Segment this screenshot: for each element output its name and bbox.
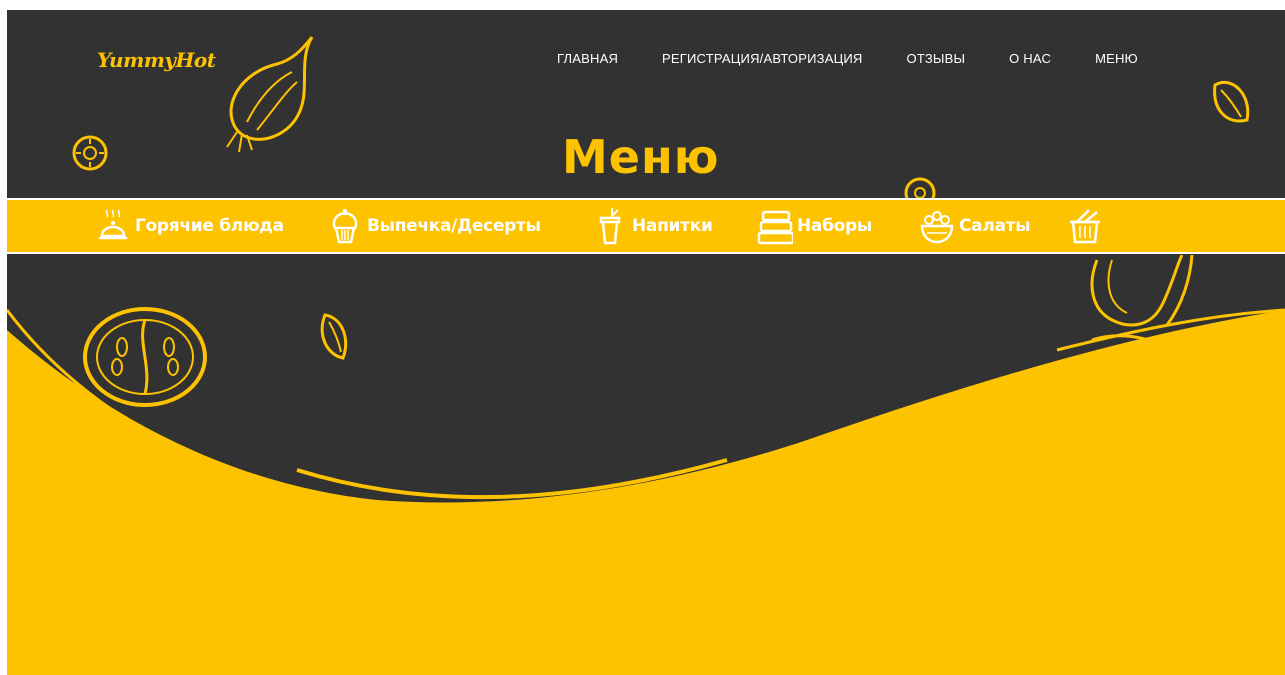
page-title: Меню [562,130,720,184]
cupcake-icon [332,209,358,244]
nav-item-home[interactable]: ГЛАВНАЯ [557,51,618,66]
category-salads[interactable]: Салаты [919,200,1031,252]
food-containers-icon [757,210,793,245]
cloche-icon [99,209,127,240]
category-label: Выпечка/Десерты [367,216,541,236]
category-label: Салаты [959,216,1031,236]
nav-item-menu[interactable]: МЕНЮ [1095,51,1138,66]
category-drinks[interactable]: Напитки [592,200,713,252]
drink-cup-icon [599,208,621,245]
category-label: Напитки [632,216,713,236]
tomato-slice-icon [83,307,207,407]
mushroom-doodle-icon [1090,255,1194,345]
seed-doodle-icon [320,313,348,360]
category-label: Наборы [797,216,872,236]
nav-item-about[interactable]: О НАС [1009,51,1051,66]
category-basket[interactable] [1067,200,1107,252]
basket-icon [1070,209,1100,244]
nav-item-register-login[interactable]: РЕГИСТРАЦИЯ/АВТОРИЗАЦИЯ [662,51,862,66]
onion-doodle-icon [226,36,314,153]
site-logo[interactable]: YummyHot [97,48,216,72]
page: YummyHot ГЛАВНАЯ РЕГИСТРАЦИЯ/АВТОРИЗАЦИЯ… [7,10,1285,675]
seed-doodle-icon [1213,81,1250,123]
salad-bowl-icon [920,211,954,244]
category-bar: Горячие блюда Выпечка/Десерты Напитки На… [7,198,1285,254]
category-bakery-desserts[interactable]: Выпечка/Десерты [327,200,541,252]
category-label: Горячие блюда [135,216,284,236]
main-nav: ГЛАВНАЯ РЕГИСТРАЦИЯ/АВТОРИЗАЦИЯ ОТЗЫВЫ О… [557,51,1182,66]
category-hot-dishes[interactable]: Горячие блюда [95,200,284,252]
nav-item-reviews[interactable]: ОТЗЫВЫ [907,51,966,66]
kiwi-slice-icon [72,135,108,171]
category-sets[interactable]: Наборы [757,200,872,252]
